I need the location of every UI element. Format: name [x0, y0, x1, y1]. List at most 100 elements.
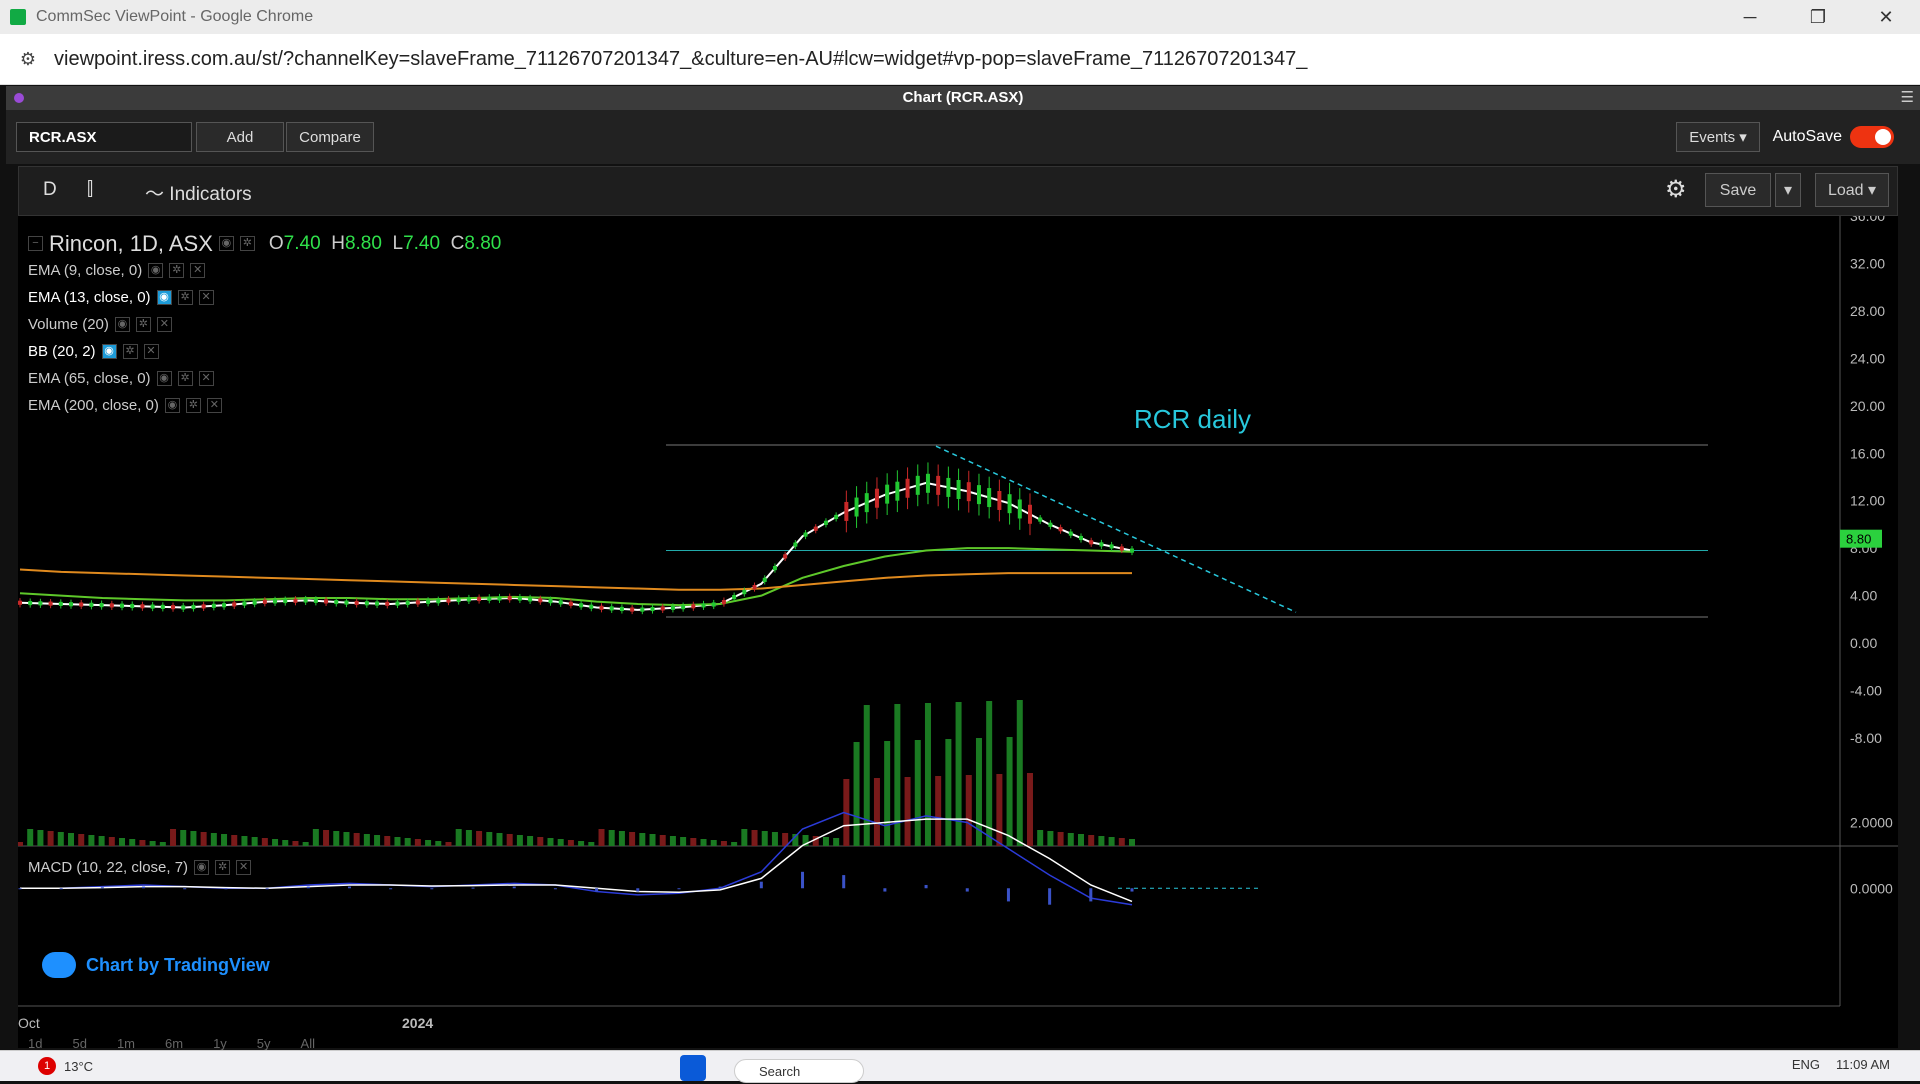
collapse-icon[interactable]: − — [28, 236, 43, 251]
macd-histogram-bar — [718, 886, 722, 889]
start-icon[interactable] — [680, 1055, 706, 1081]
eye-icon[interactable]: ◉ — [101, 344, 117, 359]
close-icon[interactable]: ✕ — [1852, 0, 1920, 34]
events-dropdown[interactable]: Events ▾ — [1676, 122, 1760, 152]
restore-icon[interactable]: ❐ — [1784, 0, 1852, 34]
close-icon[interactable]: ✕ — [190, 263, 206, 278]
candle-body — [415, 600, 420, 605]
indicators-button[interactable]: 〜 Indicators — [145, 179, 252, 206]
candle-body — [324, 599, 329, 604]
volume-bar — [17, 842, 23, 846]
gear-icon[interactable]: ✲ — [177, 371, 193, 386]
close-icon[interactable]: ✕ — [156, 317, 172, 332]
volume-bar — [853, 742, 860, 846]
close-icon[interactable]: ✕ — [198, 371, 214, 386]
gear-icon[interactable]: ✲ — [135, 317, 151, 332]
range-button-6m[interactable]: 6m — [165, 1036, 183, 1051]
eye-icon[interactable]: ◉ — [164, 398, 180, 413]
close-icon[interactable]: ✕ — [236, 860, 252, 875]
gear-icon[interactable]: ✲ — [122, 344, 138, 359]
candle-body — [558, 600, 563, 605]
gear-icon[interactable]: ✲ — [185, 398, 201, 413]
taskbar-search[interactable]: Search — [734, 1059, 864, 1083]
chart-type-icon[interactable]: ⫿ — [87, 179, 93, 201]
tradingview-brand[interactable]: Chart by TradingView — [42, 952, 270, 978]
eye-icon[interactable]: ◉ — [156, 371, 172, 386]
eye-icon[interactable]: ◉ — [194, 860, 210, 875]
candle-body — [742, 590, 747, 595]
browser-titlebar: CommSec ViewPoint - Google Chrome ─ ❐ ✕ — [0, 0, 1920, 34]
app-icon — [10, 9, 26, 25]
range-button-all[interactable]: All — [301, 1036, 315, 1051]
gear-icon[interactable]: ✲ — [177, 290, 193, 305]
candle-body — [844, 501, 849, 521]
range-button-1y[interactable]: 1y — [213, 1036, 227, 1051]
settings-gear-icon[interactable]: ⚙ — [1665, 175, 1687, 204]
hamburger-menu-icon[interactable]: ☰ — [1901, 86, 1914, 110]
site-info-icon[interactable]: ⚙ — [8, 49, 48, 70]
candle-body — [670, 605, 675, 610]
interval-selector[interactable]: D — [43, 179, 57, 201]
candle-body — [976, 485, 981, 505]
y-tick-label: 24.00 — [1850, 350, 1885, 366]
volume-bar — [1047, 831, 1054, 846]
load-dropdown[interactable]: Load ▾ — [1815, 173, 1889, 207]
compare-button[interactable]: Compare — [286, 122, 374, 152]
macd-histogram-bar — [18, 888, 22, 890]
candle-body — [640, 607, 645, 612]
volume-bar — [935, 776, 942, 846]
range-button-5y[interactable]: 5y — [257, 1036, 271, 1051]
candle-body — [711, 602, 716, 607]
volume-bar — [98, 836, 105, 846]
add-button[interactable]: Add — [196, 122, 284, 152]
candle-body — [721, 600, 726, 605]
candle-body — [874, 488, 879, 508]
range-button-5d[interactable]: 5d — [72, 1036, 86, 1051]
range-button-1d[interactable]: 1d — [28, 1036, 42, 1051]
volume-bar — [1088, 835, 1095, 846]
url-field[interactable]: viewpoint.iress.com.au/st/?channelKey=sl… — [54, 48, 1307, 71]
eye-icon[interactable]: ◉ — [114, 317, 130, 332]
close-icon[interactable]: ✕ — [143, 344, 159, 359]
volume-bar — [537, 837, 544, 846]
volume-bar — [516, 835, 523, 846]
macd-histogram-bar — [512, 886, 516, 889]
macd-histogram-bar — [59, 888, 63, 890]
macd-histogram-bar — [224, 888, 228, 890]
candle-body — [313, 598, 318, 603]
gear-icon[interactable]: ✲ — [239, 236, 255, 251]
close-icon[interactable]: ✕ — [198, 290, 214, 305]
volume-bar — [149, 841, 156, 846]
eye-icon[interactable]: ◉ — [218, 236, 234, 251]
save-dropdown-icon[interactable]: ▾ — [1775, 173, 1801, 207]
volume-bar — [598, 829, 605, 846]
language-indicator[interactable]: ENG — [1792, 1057, 1820, 1072]
candle-body — [426, 599, 431, 604]
macd-histogram-bar — [347, 886, 351, 889]
study-label: Volume (20) — [28, 316, 109, 333]
volume-bar — [27, 829, 34, 846]
macd-histogram-bar — [265, 888, 269, 890]
candle-body — [1068, 531, 1073, 536]
macd-histogram-bar — [100, 887, 104, 889]
range-button-1m[interactable]: 1m — [117, 1036, 135, 1051]
clock[interactable]: 11:09 AM — [1836, 1057, 1890, 1072]
volume-bar — [170, 829, 177, 846]
weather-widget[interactable]: 1 13°C — [38, 1057, 93, 1075]
volume-bar — [445, 842, 452, 846]
gear-icon[interactable]: ✲ — [215, 860, 231, 875]
minimize-icon[interactable]: ─ — [1716, 0, 1784, 34]
eye-icon[interactable]: ◉ — [156, 290, 172, 305]
candle-body — [599, 605, 604, 610]
candle-body — [681, 605, 686, 610]
save-button[interactable]: Save — [1705, 173, 1771, 207]
autosave-toggle[interactable] — [1850, 126, 1894, 148]
symbol-input[interactable]: RCR.ASX — [16, 122, 192, 152]
volume-bar — [578, 841, 585, 846]
volume-bar — [435, 841, 442, 846]
close-icon[interactable]: ✕ — [206, 398, 222, 413]
eye-icon[interactable]: ◉ — [148, 263, 164, 278]
macd-histogram-bar — [595, 888, 599, 892]
volume-bar — [986, 701, 993, 846]
gear-icon[interactable]: ✲ — [169, 263, 185, 278]
